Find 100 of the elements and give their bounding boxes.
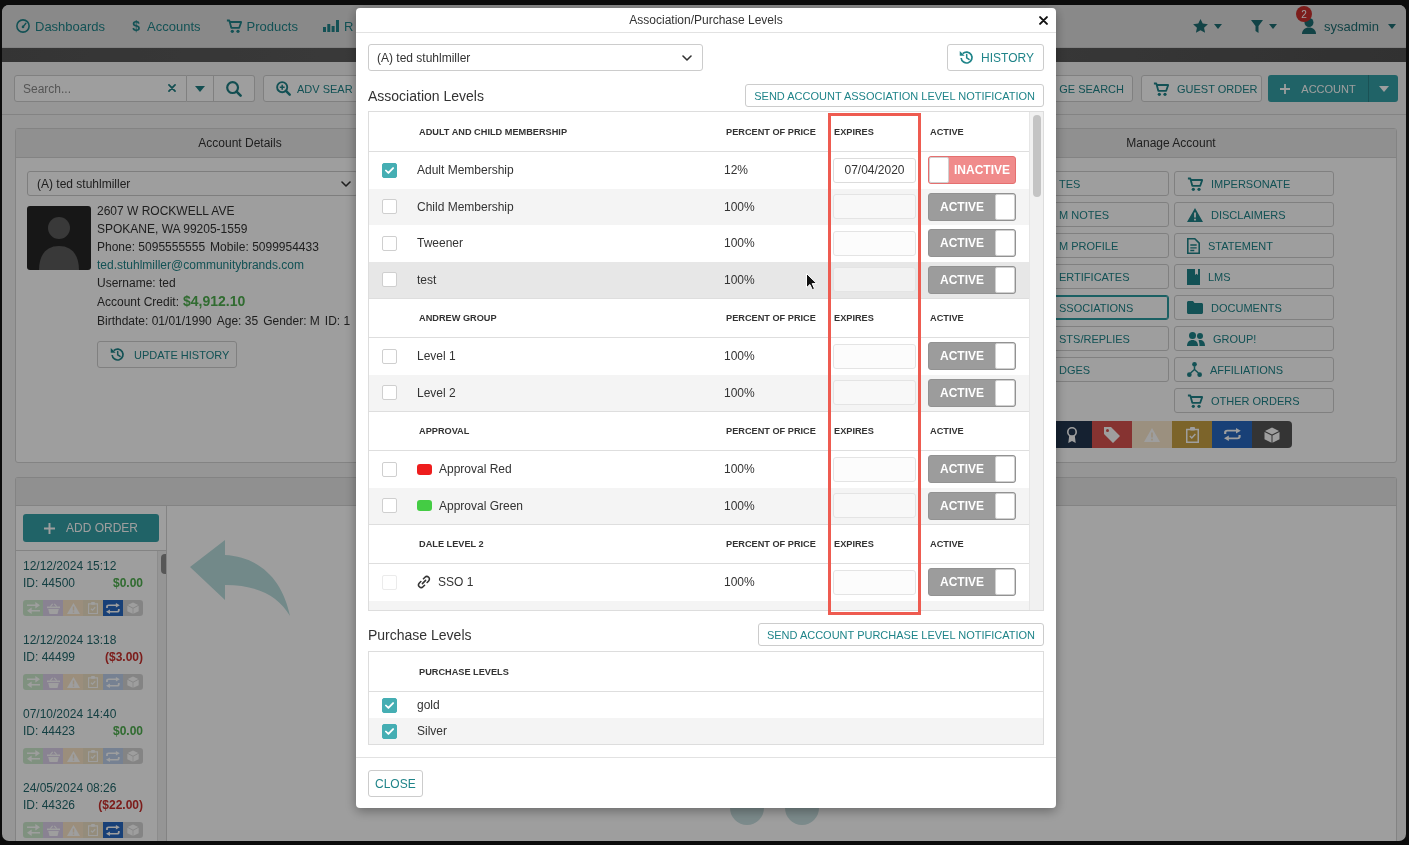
notify-button[interactable]: SEND ACCOUNT ASSOCIATION LEVEL NOTIFICATION [745, 84, 1044, 107]
status-toggle[interactable]: ACTIVE [928, 455, 1016, 484]
nav-link[interactable]: Accounts [147, 18, 201, 34]
caret-icon[interactable] [1378, 85, 1389, 92]
repeat-icon[interactable] [103, 822, 123, 838]
cart-icon [1187, 393, 1203, 408]
cart-icon [225, 19, 242, 33]
add-account-button[interactable]: ACCOUNT [1268, 75, 1368, 102]
level-name: Level 2 [417, 385, 456, 400]
cursor-icon [806, 273, 817, 290]
percent-of-price: 100% [724, 498, 755, 513]
star-icon[interactable] [1193, 19, 1209, 33]
status-toggle[interactable]: ACTIVE [928, 491, 1016, 520]
menu-button[interactable]: DISCLAIMERS [1174, 202, 1334, 227]
account-select[interactable]: (A) ted stuhlmiller [27, 171, 358, 196]
status-toggle[interactable]: INACTIVE [928, 156, 1016, 185]
column-header: EXPIRES [833, 313, 875, 323]
dollar-icon: $ [130, 18, 143, 34]
menu-button[interactable]: AFFILIATIONS [1174, 357, 1334, 382]
checkbox[interactable] [382, 697, 397, 713]
update-history-button[interactable]: UPDATE HISTORY [97, 341, 237, 368]
section-heading: Purchase Levels [368, 626, 472, 643]
status-toggle[interactable]: ACTIVE [928, 378, 1016, 407]
level-name: Silver [417, 724, 447, 738]
plus-icon [44, 522, 55, 534]
account-select[interactable]: (A) ted stuhlmiller [368, 44, 703, 71]
checkbox[interactable] [382, 498, 397, 514]
avatar-placeholder [27, 206, 91, 270]
status-toggle[interactable]: ACTIVE [928, 568, 1016, 597]
nav-link[interactable]: Products [225, 18, 298, 34]
nav-link[interactable]: Dashboards [16, 18, 106, 34]
nav-link[interactable]: R [322, 18, 354, 34]
checkmark-icon [385, 727, 394, 735]
chevron-icon [341, 180, 351, 187]
filter-icon[interactable] [1251, 19, 1264, 33]
status-toggle[interactable]: ACTIVE [928, 192, 1016, 221]
menu-button[interactable]: OTHER ORDERS [1174, 388, 1334, 413]
caret-icon[interactable] [1269, 23, 1278, 29]
close-icon[interactable] [1039, 16, 1048, 25]
menu-button[interactable]: STATEMENT [1174, 233, 1334, 258]
search-button[interactable] [214, 75, 255, 102]
percent-of-price: 100% [724, 199, 755, 214]
column-header: PERCENT OF PRICE [725, 426, 817, 436]
status-toggle[interactable]: ACTIVE [928, 229, 1016, 258]
clipboard-icon[interactable] [1172, 421, 1212, 448]
cube-icon[interactable] [1252, 421, 1292, 448]
checkmark-icon [385, 701, 394, 709]
contact-text: Phone: 5095555555 [97, 239, 206, 256]
level-name: Child Membership [417, 199, 514, 214]
checkbox[interactable] [382, 348, 397, 364]
cart-icon [1153, 81, 1169, 96]
column-header: PERCENT OF PRICE [725, 126, 817, 137]
caret-icon[interactable] [195, 85, 205, 92]
checkbox[interactable] [382, 272, 397, 288]
checkbox[interactable] [382, 235, 397, 251]
add-order-button[interactable]: ADD ORDER [23, 514, 159, 542]
menu-button[interactable]: DOCUMENTS [1174, 295, 1334, 320]
credit-label: Account Credit: [97, 294, 180, 311]
modal-title: Association/Purchase Levels [629, 13, 783, 27]
dropdown-button[interactable] [1368, 75, 1398, 102]
level-name: Tweener [417, 236, 464, 251]
checkbox[interactable] [382, 162, 397, 178]
caret-icon[interactable] [1214, 23, 1223, 29]
gauge-icon [16, 19, 30, 33]
repeat-icon[interactable] [1212, 421, 1252, 448]
status-toggle[interactable]: ACTIVE [928, 342, 1016, 371]
user-menu[interactable]: sysadmin [1324, 18, 1396, 34]
close-button[interactable]: CLOSE [368, 770, 423, 797]
history-icon [110, 347, 125, 362]
percent-of-price: 100% [724, 236, 755, 251]
notify-button[interactable]: SEND ACCOUNT PURCHASE LEVEL NOTIFICATION [757, 623, 1044, 646]
checkbox[interactable] [382, 199, 397, 215]
level-name: SSO 1 [438, 575, 474, 590]
order-id: ID: 44500 [23, 575, 76, 592]
scrollbar-thumb[interactable] [1033, 115, 1041, 197]
email-link[interactable]: ted.stuhlmiller@communitybrands.com [97, 256, 351, 274]
document-icon [1187, 237, 1200, 254]
order-id: ID: 44499 [23, 649, 76, 666]
checkbox[interactable] [382, 385, 397, 401]
checkbox[interactable] [382, 723, 397, 739]
chevron-icon [682, 54, 692, 61]
link-icon [417, 575, 431, 590]
guest-order-button[interactable]: GUEST ORDER [1141, 75, 1262, 102]
order-date: 12/12/2024 13:18 [23, 632, 118, 649]
history-button[interactable]: HISTORY [947, 44, 1044, 71]
clear-icon[interactable] [168, 84, 176, 92]
level-name: gold [417, 698, 440, 712]
history-icon [959, 50, 975, 65]
search-field[interactable]: Search... [14, 75, 187, 102]
checkbox[interactable] [382, 461, 397, 477]
menu-button[interactable]: IMPERSONATE [1174, 171, 1334, 196]
date-field[interactable]: 07/04/2020 [833, 157, 916, 183]
search-icon[interactable] [226, 80, 242, 97]
menu-button[interactable]: LMS [1174, 264, 1334, 289]
address-line: SPOKANE, WA 99205-1559 [97, 221, 249, 238]
menu-button[interactable]: GROUP! [1174, 326, 1334, 351]
caret-icon[interactable] [1388, 23, 1396, 29]
status-toggle[interactable]: ACTIVE [928, 265, 1016, 294]
repeat-icon[interactable] [103, 600, 123, 616]
profile-fact: ID: 1 [324, 313, 351, 330]
